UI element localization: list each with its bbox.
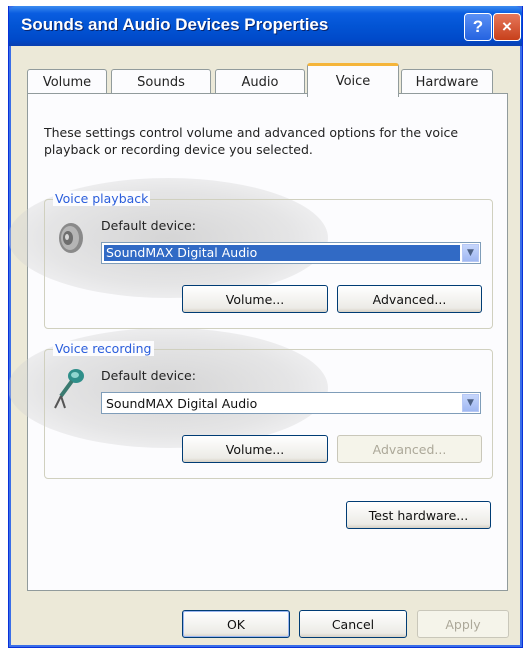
- recording-device-select[interactable]: SoundMAX Digital Audio ▼: [101, 392, 481, 414]
- tab-sounds[interactable]: Sounds: [111, 69, 211, 94]
- help-button[interactable]: ?: [464, 13, 492, 41]
- playback-volume-button[interactable]: Volume...: [182, 285, 328, 313]
- tab-volume[interactable]: Volume: [27, 69, 107, 94]
- close-button[interactable]: ×: [493, 13, 521, 41]
- ok-button[interactable]: OK: [182, 610, 290, 638]
- speaker-icon: [59, 223, 83, 253]
- chevron-down-icon[interactable]: ▼: [462, 394, 479, 412]
- recording-volume-button[interactable]: Volume...: [182, 435, 328, 463]
- recording-device-label: Default device:: [101, 368, 196, 383]
- microphone-icon: [54, 369, 84, 409]
- playback-advanced-button[interactable]: Advanced...: [337, 285, 482, 313]
- cancel-button[interactable]: Cancel: [299, 610, 407, 638]
- recording-device-value: SoundMAX Digital Audio: [106, 395, 258, 411]
- tab-hardware[interactable]: Hardware: [401, 69, 493, 94]
- playback-device-select[interactable]: SoundMAX Digital Audio ▼: [101, 242, 481, 264]
- voice-playback-group: Voice playback Default device: SoundMAX …: [44, 191, 493, 329]
- test-hardware-button[interactable]: Test hardware...: [346, 501, 491, 529]
- playback-device-label: Default device:: [101, 218, 196, 233]
- voice-recording-group: Voice recording Default device: SoundMAX…: [44, 341, 493, 479]
- tab-strip: Volume Sounds Audio Voice Hardware: [27, 63, 507, 97]
- description-text: These settings control volume and advanc…: [44, 125, 459, 157]
- voice-playback-label: Voice playback: [53, 191, 151, 206]
- title-bar[interactable]: Sounds and Audio Devices Properties ? ×: [9, 6, 522, 46]
- recording-advanced-button[interactable]: Advanced...: [337, 435, 482, 463]
- playback-device-value: SoundMAX Digital Audio: [104, 245, 460, 261]
- apply-button[interactable]: Apply: [417, 610, 509, 638]
- voice-tab-panel: These settings control volume and advanc…: [9, 93, 508, 591]
- dialog-window: Sounds and Audio Devices Properties ? × …: [8, 6, 523, 648]
- window-title: Sounds and Audio Devices Properties: [21, 15, 329, 34]
- tab-audio[interactable]: Audio: [215, 69, 305, 94]
- tab-voice[interactable]: Voice: [307, 63, 399, 97]
- close-icon: ×: [502, 17, 512, 36]
- chevron-down-icon[interactable]: ▼: [462, 244, 479, 262]
- voice-recording-label: Voice recording: [53, 341, 154, 356]
- help-icon: ?: [472, 17, 484, 36]
